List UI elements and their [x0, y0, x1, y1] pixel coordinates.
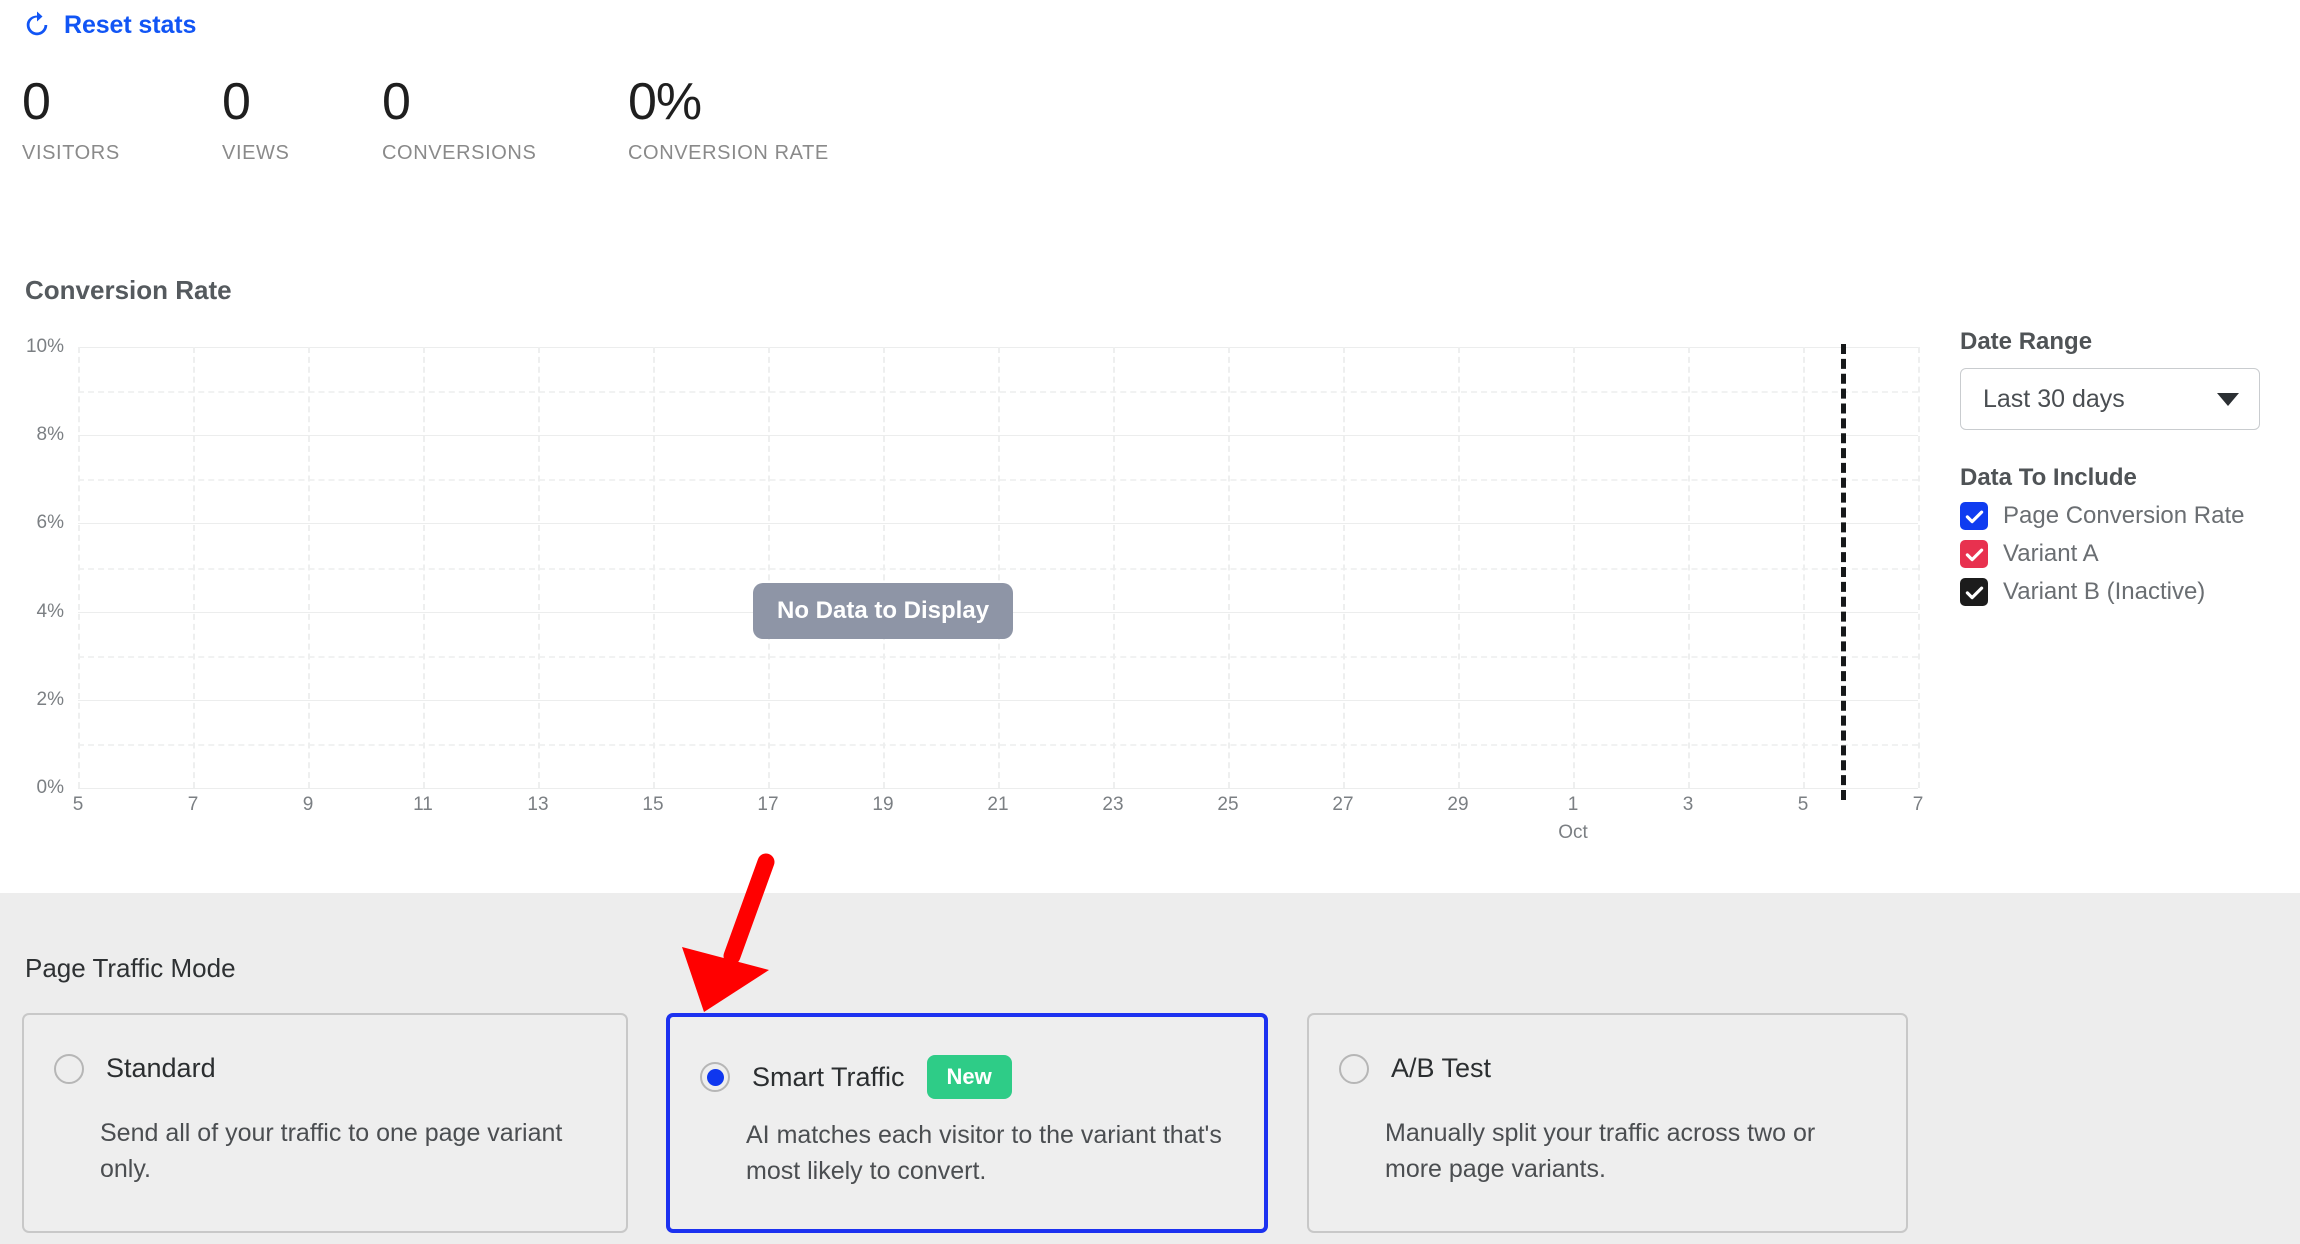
checkbox-variant-a[interactable]: Variant A — [1960, 540, 2260, 568]
reset-stats-label: Reset stats — [64, 10, 197, 39]
gridline-vertical — [1918, 347, 1920, 788]
traffic-mode-header: Smart Traffic New — [700, 1055, 1012, 1099]
gridline-vertical — [78, 347, 80, 788]
x-axis-tick-label: 1 Oct — [1558, 794, 1588, 843]
gridline-vertical — [1803, 347, 1805, 788]
x-axis-tick-label: 17 — [757, 794, 779, 815]
stat-label: CONVERSION RATE — [628, 142, 829, 164]
gridline-vertical — [308, 347, 310, 788]
stat-label: CONVERSIONS — [382, 142, 537, 164]
checkbox-variant-b[interactable]: Variant B (Inactive) — [1960, 578, 2260, 606]
gridline-vertical — [1688, 347, 1690, 788]
checkbox-box[interactable] — [1960, 578, 1988, 606]
x-axis-tick-label: 7 — [1912, 794, 1924, 815]
stat-value: 0 — [222, 73, 251, 131]
x-axis-tick-label: 13 — [527, 794, 549, 815]
reset-stats-button[interactable]: Reset stats — [22, 10, 196, 40]
traffic-mode-name: Standard — [106, 1053, 216, 1083]
checkbox-label: Variant A — [2003, 540, 2099, 567]
chart-today-marker — [1840, 344, 1846, 800]
checkbox-label: Variant B (Inactive) — [2003, 578, 2206, 605]
traffic-mode-description: Manually split your traffic across two o… — [1385, 1119, 1816, 1184]
data-to-include-label: Data To Include — [1960, 464, 2137, 491]
checkbox-label: Page Conversion Rate — [2003, 502, 2245, 529]
radio-button[interactable] — [1339, 1053, 1369, 1084]
x-axis-tick-label: 11 — [413, 794, 433, 815]
stat-label: VIEWS — [222, 142, 290, 164]
y-axis-tick-label: 4% — [36, 600, 64, 622]
x-axis-tick-label: 29 — [1447, 794, 1469, 815]
stat-value: 0 — [382, 73, 411, 131]
stat-label: VISITORS — [22, 142, 120, 164]
chart-y-axis: 0% 2% 4% 6% 8% 10% — [0, 336, 64, 798]
x-axis-tick-label: 23 — [1102, 794, 1124, 815]
stats-dashboard-page: Reset stats 0 VISITORS 0 VIEWS 0 CONVERS… — [0, 0, 2300, 1244]
stat-views: 0 VIEWS — [222, 76, 289, 165]
stat-value: 0 — [22, 73, 51, 131]
x-axis-tick-label: 5 — [72, 794, 84, 815]
date-range-select[interactable]: Last 30 days — [1960, 368, 2260, 430]
x-axis-tick-label: 3 — [1682, 794, 1694, 815]
gridline-vertical — [423, 347, 425, 788]
x-axis-tick-label: 21 — [987, 794, 1009, 815]
y-axis-tick-label: 0% — [36, 777, 64, 798]
traffic-mode-header: A/B Test — [1339, 1053, 1491, 1084]
radio-button[interactable] — [700, 1062, 730, 1092]
red-arrow-annotation — [682, 853, 775, 1012]
stat-conversion-rate: 0% CONVERSION RATE — [628, 76, 829, 165]
checkbox-box[interactable] — [1960, 502, 1988, 530]
gridline-vertical — [1343, 347, 1345, 788]
x-axis-tick-label: 7 — [187, 794, 199, 815]
chevron-down-icon — [2217, 392, 2239, 406]
new-badge: New — [926, 1055, 1012, 1099]
checkbox-page-conversion-rate[interactable]: Page Conversion Rate — [1960, 502, 2260, 530]
chart-title: Conversion Rate — [25, 275, 232, 305]
gridline-vertical — [538, 347, 540, 788]
chart-x-axis: 5 7 9 11 13 15 17 19 21 23 25 27 29 1 Oct 3 5 7 — [73, 794, 1924, 854]
x-axis-tick-label: 19 — [872, 794, 894, 815]
y-axis-tick-label: 8% — [36, 424, 64, 446]
traffic-mode-option-ab-test[interactable]: A/B Test Manually split your traffic acr… — [1307, 1013, 1908, 1233]
chart-plot-area — [78, 347, 1920, 789]
traffic-mode-name: A/B Test — [1391, 1053, 1492, 1083]
traffic-mode-name: Smart Traffic — [752, 1061, 905, 1092]
gridline-vertical — [1228, 347, 1230, 788]
gridline-vertical — [768, 347, 770, 788]
page-traffic-mode-title: Page Traffic Mode — [25, 953, 236, 983]
gridline-vertical — [1458, 347, 1460, 788]
traffic-mode-option-standard[interactable]: Standard Send all of your traffic to one… — [22, 1013, 628, 1233]
y-axis-tick-label: 2% — [36, 688, 64, 710]
gridline-vertical — [883, 347, 885, 788]
gridline-vertical — [1113, 347, 1115, 788]
date-range-value: Last 30 days — [1983, 384, 2125, 413]
radio-dot — [706, 1068, 724, 1086]
stat-value: 0% — [628, 73, 702, 131]
refresh-icon — [22, 10, 52, 40]
x-axis-tick-label: 5 — [1797, 794, 1809, 815]
chart-controls: Date Range Last 30 days Data To Include … — [1960, 328, 2260, 606]
chart-empty-message: No Data to Display — [753, 583, 1014, 639]
gridline-horizontal — [78, 788, 1918, 789]
x-axis-tick-label: 15 — [642, 794, 664, 815]
gridline-vertical — [653, 347, 655, 788]
x-axis-tick-label: 25 — [1217, 794, 1239, 815]
stats-summary: 0 VISITORS 0 VIEWS 0 CONVERSIONS 0% CONV… — [0, 76, 2300, 166]
x-axis-tick-label: 27 — [1332, 794, 1354, 815]
gridline-vertical — [998, 347, 1000, 788]
gridline-vertical — [193, 347, 195, 788]
traffic-mode-header: Standard — [54, 1053, 216, 1084]
date-range-label: Date Range — [1960, 328, 2093, 355]
gridline-vertical — [1573, 347, 1575, 788]
traffic-mode-description: AI matches each visitor to the variant t… — [746, 1121, 1222, 1186]
x-axis-tick-label: 9 — [302, 794, 314, 815]
y-axis-tick-label: 10% — [25, 336, 64, 357]
x-axis-month-label: Oct — [1558, 822, 1588, 843]
traffic-mode-option-smart-traffic[interactable]: Smart Traffic New AI matches each visito… — [666, 1013, 1268, 1233]
checkbox-box[interactable] — [1960, 540, 1988, 568]
stat-visitors: 0 VISITORS — [22, 76, 120, 165]
traffic-mode-description: Send all of your traffic to one page var… — [100, 1119, 563, 1184]
stat-conversions: 0 CONVERSIONS — [382, 76, 536, 165]
y-axis-tick-label: 6% — [36, 512, 64, 534]
radio-button[interactable] — [54, 1053, 84, 1084]
